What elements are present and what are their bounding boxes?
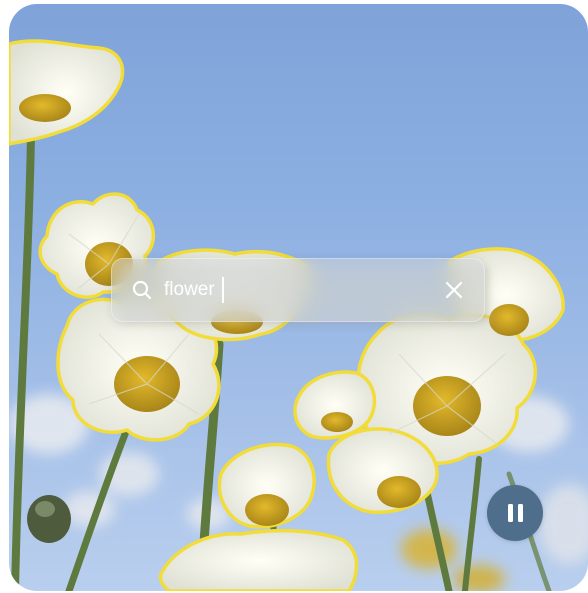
search-input[interactable] [164, 275, 414, 305]
video-frame [9, 4, 588, 591]
close-icon [445, 281, 463, 299]
pause-button[interactable] [487, 485, 543, 541]
clear-search-button[interactable] [440, 276, 468, 304]
pause-icon [507, 504, 513, 522]
search-bar[interactable] [111, 258, 485, 322]
search-icon [132, 280, 152, 300]
text-cursor [222, 277, 224, 303]
